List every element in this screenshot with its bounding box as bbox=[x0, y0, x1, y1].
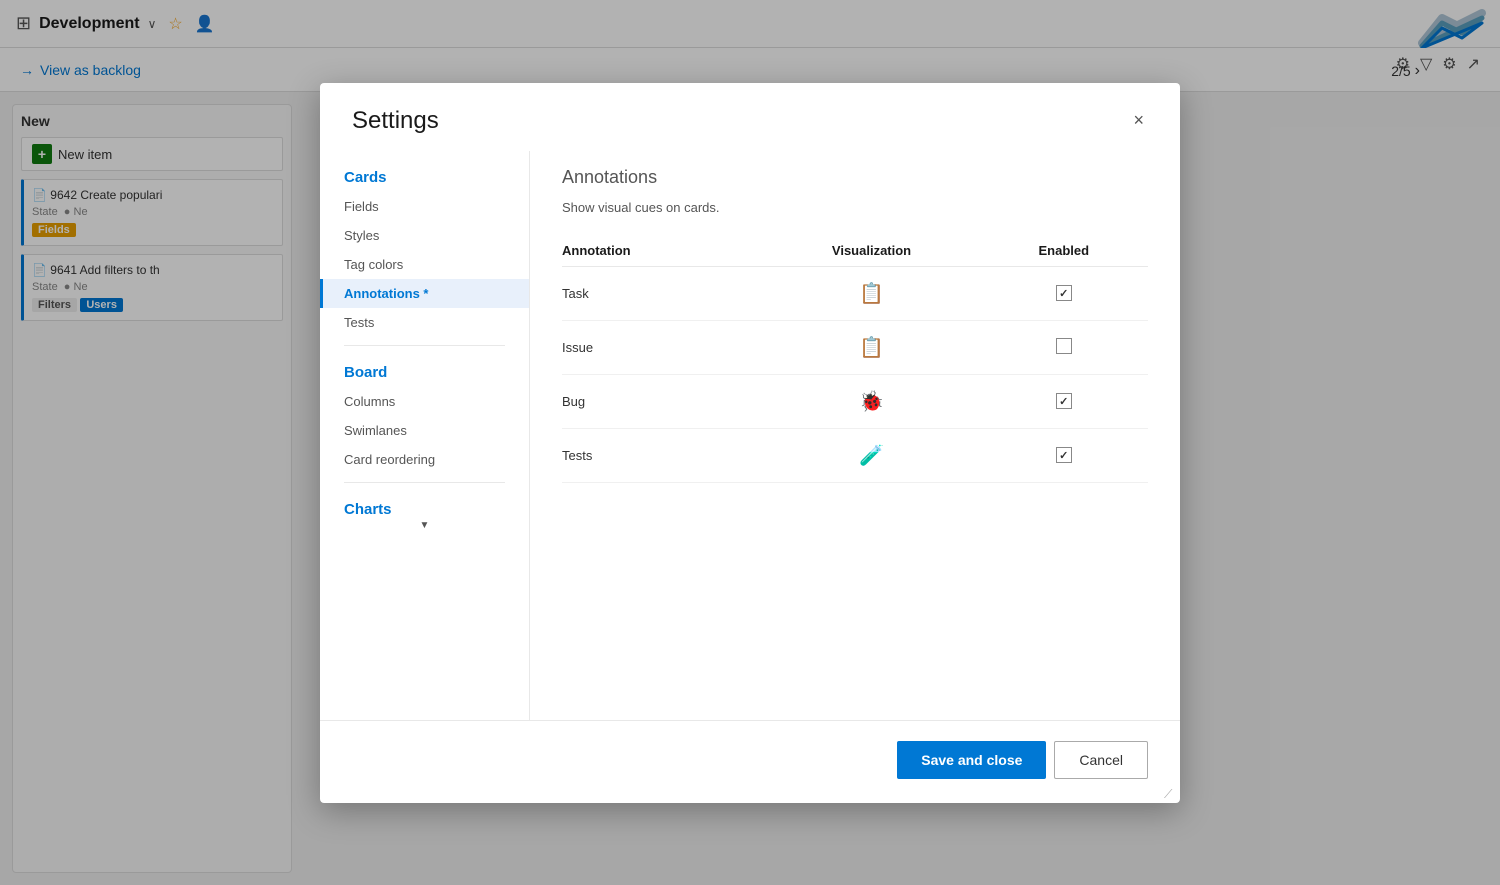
nav-section-charts[interactable]: Charts ▼ bbox=[320, 491, 529, 535]
nav-item-columns[interactable]: Columns bbox=[320, 387, 529, 416]
bug-viz-icon: 🐞 bbox=[859, 389, 884, 414]
task-viz-icon: 📋 bbox=[859, 281, 884, 306]
nav-item-fields[interactable]: Fields bbox=[320, 192, 529, 221]
annotations-table: Annotation Visualization Enabled Task 📋 bbox=[562, 235, 1148, 483]
annotation-task-label: Task bbox=[562, 266, 763, 320]
tests-checkbox[interactable] bbox=[1056, 447, 1072, 463]
bug-checkbox[interactable] bbox=[1056, 393, 1072, 409]
nav-divider-2 bbox=[344, 482, 505, 483]
nav-section-board[interactable]: Board bbox=[320, 354, 529, 387]
annotation-tests-label: Tests bbox=[562, 428, 763, 482]
nav-item-swimlanes[interactable]: Swimlanes bbox=[320, 416, 529, 445]
dialog-content: Annotations Show visual cues on cards. A… bbox=[530, 151, 1180, 720]
enabled-issue[interactable] bbox=[992, 320, 1148, 374]
task-checkbox[interactable] bbox=[1056, 285, 1072, 301]
enabled-tests[interactable] bbox=[992, 428, 1148, 482]
nav-item-tag-colors[interactable]: Tag colors bbox=[320, 250, 529, 279]
dialog-footer: Save and close Cancel bbox=[320, 720, 1180, 803]
cancel-button[interactable]: Cancel bbox=[1054, 741, 1148, 779]
table-row-bug: Bug 🐞 bbox=[562, 374, 1148, 428]
col-header-annotation: Annotation bbox=[562, 235, 763, 267]
nav-item-annotations[interactable]: Annotations * bbox=[320, 279, 529, 308]
table-row-task: Task 📋 bbox=[562, 266, 1148, 320]
resize-handle[interactable]: ⟋ bbox=[1164, 787, 1176, 799]
dialog-header: Settings × bbox=[320, 83, 1180, 135]
visualization-bug: 🐞 bbox=[763, 374, 991, 428]
nav-item-tests[interactable]: Tests bbox=[320, 308, 529, 337]
nav-item-styles[interactable]: Styles bbox=[320, 221, 529, 250]
dialog-nav: Cards Fields Styles Tag colors Annotatio… bbox=[320, 151, 530, 720]
nav-divider-1 bbox=[344, 345, 505, 346]
table-row-issue: Issue 📋 bbox=[562, 320, 1148, 374]
visualization-task: 📋 bbox=[763, 266, 991, 320]
nav-item-card-reordering[interactable]: Card reordering bbox=[320, 445, 529, 474]
content-section-title: Annotations bbox=[562, 167, 1148, 188]
dialog-title: Settings bbox=[352, 107, 439, 135]
annotation-bug-label: Bug bbox=[562, 374, 763, 428]
issue-viz-icon: 📋 bbox=[859, 335, 884, 360]
dialog-body: Cards Fields Styles Tag colors Annotatio… bbox=[320, 135, 1180, 720]
col-header-visualization: Visualization bbox=[763, 235, 991, 267]
table-row-tests: Tests 🧪 bbox=[562, 428, 1148, 482]
col-header-enabled: Enabled bbox=[992, 235, 1148, 267]
charts-label[interactable]: Charts bbox=[344, 501, 505, 518]
app-shell: ⊞ Development ∨ ☆ 👤 → View as backlog ⚙ … bbox=[0, 0, 1500, 885]
visualization-tests: 🧪 bbox=[763, 428, 991, 482]
issue-checkbox[interactable] bbox=[1056, 338, 1072, 354]
nav-section-cards[interactable]: Cards bbox=[320, 159, 529, 192]
charts-arrow-icon: ▼ bbox=[344, 520, 505, 531]
close-button[interactable]: × bbox=[1129, 107, 1148, 133]
save-and-close-button[interactable]: Save and close bbox=[897, 741, 1046, 779]
annotation-issue-label: Issue bbox=[562, 320, 763, 374]
content-description: Show visual cues on cards. bbox=[562, 200, 1148, 215]
tests-viz-icon: 🧪 bbox=[859, 443, 884, 468]
settings-dialog: Settings × Cards Fields Styles Tag color… bbox=[320, 83, 1180, 803]
visualization-issue: 📋 bbox=[763, 320, 991, 374]
enabled-task[interactable] bbox=[992, 266, 1148, 320]
overlay: Settings × Cards Fields Styles Tag color… bbox=[0, 0, 1500, 885]
enabled-bug[interactable] bbox=[992, 374, 1148, 428]
